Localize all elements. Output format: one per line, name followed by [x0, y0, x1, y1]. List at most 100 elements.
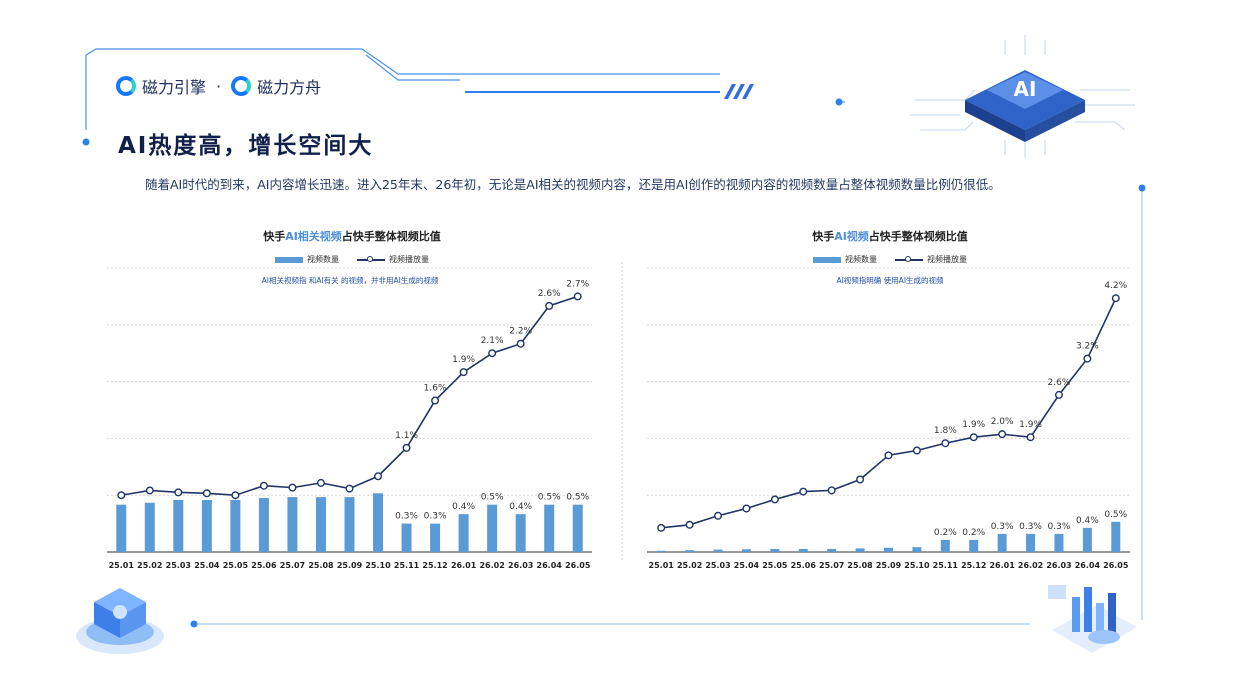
x-tick-label: 25.04 [734, 561, 760, 570]
x-tick-label: 26.01 [989, 561, 1015, 570]
line-data-label: 1.9% [1019, 420, 1042, 430]
line-data-label: 2.0% [991, 417, 1014, 427]
bar [401, 523, 412, 552]
chart1-title-pre: 快手 [263, 230, 286, 243]
bar [315, 497, 326, 552]
chart1-title-post: 占快手整体视频比值 [341, 230, 441, 243]
line-data-label: 2.6% [538, 289, 561, 299]
x-tick-label: 26.03 [1046, 561, 1071, 570]
x-tick-label: 25.11 [933, 561, 959, 570]
line-data-label: 3.2% [1076, 342, 1099, 352]
line-point [1054, 390, 1063, 399]
bar [230, 499, 241, 552]
chart2-title-post: 占快手整体视频比值 [868, 230, 968, 243]
x-tick-label: 26.03 [508, 561, 533, 570]
ai-chip-icon: AI [910, 35, 1135, 158]
line-point [117, 491, 126, 500]
chart-icon [1048, 585, 1137, 653]
bar-data-label: 0.5% [566, 493, 589, 503]
bar-data-label: 0.4% [509, 502, 532, 512]
line-point [545, 301, 554, 310]
line-point [573, 292, 582, 301]
cili-engine-logo-icon [116, 76, 136, 96]
chart2-title-pre: 快手 [812, 230, 835, 243]
x-tick-label: 26.02 [479, 561, 504, 570]
bar [201, 499, 212, 552]
x-tick-label: 25.02 [137, 561, 162, 570]
bar [827, 548, 837, 552]
bar-data-label: 0.5% [538, 493, 561, 503]
line-point [657, 523, 666, 532]
x-tick-label: 25.03 [166, 561, 191, 570]
line-point [316, 478, 325, 487]
bar [685, 550, 695, 552]
bar [1082, 527, 1092, 552]
page-title: AI热度高，增长空间大 [118, 133, 374, 159]
cube-icon [76, 588, 164, 654]
line-point [827, 486, 836, 495]
bar [969, 539, 979, 552]
x-tick-label: 25.09 [337, 561, 363, 570]
x-tick-label: 26.01 [451, 561, 477, 570]
bar [770, 548, 780, 552]
chart1-title: 快手AI相关视频占快手整体视频比值 [263, 228, 441, 244]
x-tick-label: 25.04 [194, 561, 220, 570]
bar-data-label: 0.2% [934, 528, 957, 538]
brand-logos: 磁力引擎 · 磁力方舟 [116, 74, 321, 98]
line-point [288, 483, 297, 492]
x-tick-label: 25.11 [394, 561, 420, 570]
brand-right: 磁力方舟 [257, 78, 322, 97]
x-tick-label: 26.05 [1103, 561, 1129, 570]
cili-ark-logo-icon [231, 76, 252, 96]
line-point [1083, 354, 1092, 363]
ai-chip-label: AI [1014, 77, 1037, 101]
x-tick-label: 25.07 [280, 561, 305, 570]
x-tick-label: 25.06 [251, 561, 277, 570]
series-line [661, 297, 1117, 529]
line-data-label: 2.7% [566, 279, 589, 289]
x-tick-label: 26.04 [1075, 561, 1101, 570]
line-point [402, 443, 411, 452]
bar [344, 497, 355, 552]
chart2-title: 快手AI视频占快手整体视频比值 [812, 228, 968, 244]
brand-left: 磁力引擎 [142, 78, 207, 97]
x-tick-label: 25.10 [365, 561, 391, 570]
line-data-label: 1.6% [424, 384, 447, 394]
line-data-label: 2.2% [509, 327, 532, 337]
bar [1054, 533, 1064, 552]
bar [258, 498, 269, 552]
bar [656, 550, 666, 552]
bar [544, 504, 555, 552]
bar [515, 514, 526, 552]
line-point [259, 481, 268, 490]
x-tick-label: 25.03 [705, 561, 730, 570]
bar [458, 514, 469, 552]
x-tick-label: 26.04 [537, 561, 563, 570]
line-point [488, 349, 497, 358]
bar-data-label: 0.3% [395, 512, 418, 522]
line-data-label: 2.6% [1048, 378, 1071, 388]
bar [1026, 533, 1036, 552]
bar-data-label: 0.3% [1019, 522, 1042, 532]
x-tick-label: 26.05 [565, 561, 591, 570]
line-data-label: 2.1% [481, 336, 504, 346]
bar-data-label: 0.5% [481, 493, 504, 503]
line-point [231, 491, 240, 500]
bar [1111, 521, 1121, 552]
x-tick-label: 25.05 [762, 561, 788, 570]
line-data-label: 1.9% [962, 420, 985, 430]
bar [884, 547, 893, 552]
line-point [374, 472, 383, 481]
line-point [431, 396, 440, 405]
bar [940, 539, 950, 552]
line-point [714, 511, 723, 520]
line-data-label: 1.8% [934, 426, 957, 436]
bar [798, 548, 808, 552]
line-data-label: 1.9% [452, 355, 475, 365]
x-tick-label: 25.05 [223, 561, 249, 570]
x-tick-label: 25.01 [649, 561, 675, 570]
brand-separator: · [216, 76, 222, 96]
line-point [1111, 294, 1120, 303]
chart2-title-highlight: AI视频 [834, 230, 869, 243]
line-point [742, 504, 751, 513]
